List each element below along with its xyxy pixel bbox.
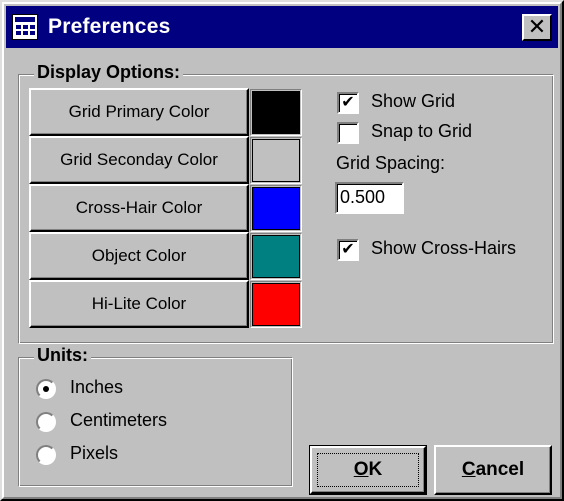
snap-to-grid-label[interactable]: Snap to Grid <box>371 121 472 142</box>
cross-hair-color-label: Cross-Hair Color <box>75 198 203 217</box>
hi-lite-color-swatch <box>250 281 302 328</box>
ok-button[interactable]: OK <box>309 445 427 495</box>
close-button[interactable]: ✕ <box>522 14 552 41</box>
inches-label[interactable]: Inches <box>70 377 123 398</box>
close-icon: ✕ <box>527 14 547 39</box>
centimeters-label[interactable]: Centimeters <box>70 410 167 431</box>
cancel-label-rest: ancel <box>475 459 525 480</box>
centimeters-radio[interactable] <box>36 412 56 432</box>
show-grid-label[interactable]: Show Grid <box>371 91 455 112</box>
grid-secondary-color-label: Grid Seconday Color <box>60 150 218 169</box>
radio-dot <box>43 386 49 392</box>
hi-lite-color-button[interactable]: Hi-Lite Color <box>29 280 249 328</box>
swatch-fill <box>252 91 300 134</box>
snap-to-grid-checkbox[interactable] <box>337 122 359 144</box>
pixels-label[interactable]: Pixels <box>70 443 118 464</box>
show-grid-checkbox[interactable]: ✔ <box>337 92 359 114</box>
grid-spacing-label: Grid Spacing: <box>336 153 446 173</box>
pixels-radio[interactable] <box>36 445 56 465</box>
swatch-fill <box>252 235 300 278</box>
title-bar[interactable]: Preferences ✕ <box>6 6 558 48</box>
app-icon[interactable] <box>12 14 38 40</box>
object-color-label: Object Color <box>91 246 187 265</box>
display-options-label: Display Options: <box>34 62 184 83</box>
units-label: Units: <box>34 345 91 366</box>
show-cross-hairs-label[interactable]: Show Cross-Hairs <box>371 238 516 259</box>
show-cross-hairs-checkbox[interactable]: ✔ <box>337 239 359 261</box>
check-icon: ✔ <box>341 241 355 258</box>
grid-primary-color-button[interactable]: Grid Primary Color <box>29 88 249 136</box>
swatch-fill <box>252 283 300 326</box>
cancel-mnemonic: C <box>461 459 476 480</box>
object-color-button[interactable]: Object Color <box>29 232 249 280</box>
window-title: Preferences <box>48 15 171 38</box>
grid-secondary-color-swatch <box>250 137 302 184</box>
preferences-window: Preferences ✕ Display Options: Grid Prim… <box>0 0 564 501</box>
swatch-fill <box>252 139 300 182</box>
grid-primary-color-label: Grid Primary Color <box>68 102 210 121</box>
check-icon: ✔ <box>341 94 355 111</box>
focus-rect <box>317 453 419 487</box>
inches-radio[interactable] <box>36 379 56 399</box>
object-color-swatch <box>250 233 302 280</box>
hi-lite-color-label: Hi-Lite Color <box>91 294 187 313</box>
cancel-button[interactable]: Cancel <box>434 445 552 495</box>
grid-primary-color-swatch <box>250 89 302 136</box>
grid-spacing-input[interactable]: 0.500 <box>335 182 404 214</box>
cross-hair-color-button[interactable]: Cross-Hair Color <box>29 184 249 232</box>
cross-hair-color-swatch <box>250 185 302 232</box>
swatch-fill <box>252 187 300 230</box>
grid-secondary-color-button[interactable]: Grid Seconday Color <box>29 136 249 184</box>
